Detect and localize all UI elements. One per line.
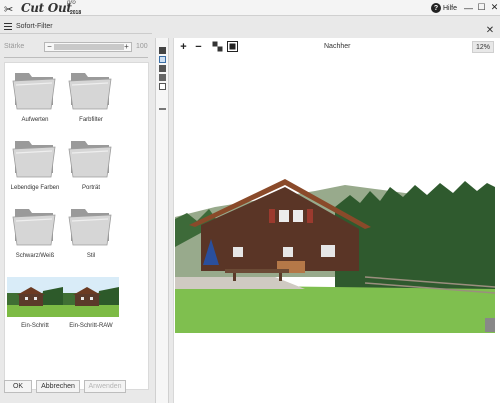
strength-slider[interactable]: − +: [44, 41, 132, 52]
panel-title: Sofort-Filter: [16, 23, 53, 30]
logo-name: Cut Out: [21, 1, 72, 15]
apply-button[interactable]: Anwenden: [84, 380, 126, 393]
scissors-icon: ✂: [4, 4, 14, 16]
zoom-out-button[interactable]: −: [193, 41, 204, 53]
folder-icon: [68, 141, 112, 178]
panel-close-button[interactable]: ✕: [484, 24, 496, 36]
strength-slider-fill: [54, 43, 124, 50]
filter-grid: Aufwerten Farbfilter Lebendige Farben Po…: [4, 62, 149, 390]
preview-toolbar: + − Nachher 12%: [174, 38, 500, 58]
zoom-level: 12%: [472, 41, 494, 53]
folder-icon: [68, 209, 112, 246]
dialog-buttons: OK Abbrechen Anwenden: [0, 380, 152, 403]
folder-icon: [12, 209, 56, 246]
folder-icon: [12, 73, 56, 110]
strength-value: 100: [136, 43, 148, 50]
strength-increase-button[interactable]: +: [122, 42, 131, 51]
folder-icon: [12, 141, 56, 178]
preview-thumbnail: [63, 277, 119, 317]
divider: [4, 57, 148, 58]
help-button[interactable]: ? Hilfe: [431, 2, 457, 14]
app-logo: ✂ Cut Out pro 2018: [4, 0, 94, 17]
filter-label: Schwarz/Weiß: [15, 253, 55, 259]
window-close-button[interactable]: ✕: [489, 2, 500, 13]
filter-schwarz-weiss[interactable]: Schwarz/Weiß: [7, 201, 63, 263]
filter-label: Ein-Schritt: [21, 323, 49, 329]
filter-label: Ein-Schritt-RAW: [69, 323, 113, 329]
strength-label: Stärke: [4, 43, 25, 50]
folder-icon: [68, 73, 112, 110]
zoom-in-button[interactable]: +: [178, 41, 189, 53]
filter-label: Porträt: [81, 185, 100, 191]
view-single-icon[interactable]: [159, 47, 166, 54]
view-title: Nachher: [324, 43, 351, 50]
tool-strip: [155, 38, 169, 403]
filter-label: Aufwerten: [21, 117, 49, 123]
filter-ein-schritt[interactable]: Ein-Schritt: [7, 277, 63, 337]
strength-decrease-button[interactable]: −: [45, 42, 54, 51]
actual-size-icon[interactable]: [212, 41, 223, 52]
minimize-button[interactable]: —: [463, 2, 474, 13]
maximize-button[interactable]: ☐: [476, 2, 487, 13]
scroll-corner: [485, 318, 495, 332]
cancel-button[interactable]: Abbrechen: [36, 380, 80, 393]
view-split-icon[interactable]: [159, 65, 166, 72]
preview-pane: + − Nachher 12%: [173, 38, 500, 403]
view-before-icon[interactable]: [159, 83, 166, 90]
menu-icon[interactable]: [4, 23, 12, 30]
preview-thumbnail: [7, 277, 63, 317]
filter-panel: Sofort-Filter Stärke − + 100 Aufwerten F…: [0, 20, 152, 403]
filter-portraet[interactable]: Porträt: [63, 133, 119, 195]
help-icon: ?: [431, 3, 441, 13]
view-side-by-side-icon[interactable]: [159, 74, 166, 81]
help-label: Hilfe: [443, 4, 458, 12]
filter-label: Farbfilter: [79, 117, 103, 123]
logo-pro: pro: [67, 0, 76, 6]
panel-header: Sofort-Filter: [0, 20, 152, 34]
logo-year: 2018: [70, 10, 82, 16]
filter-farbfilter[interactable]: Farbfilter: [63, 65, 119, 127]
filter-stil[interactable]: Stil: [63, 201, 119, 263]
filter-aufwerten[interactable]: Aufwerten: [7, 65, 63, 127]
filter-label: Stil: [86, 253, 96, 259]
ok-button[interactable]: OK: [4, 380, 32, 393]
filter-label: Lebendige Farben: [10, 185, 60, 191]
title-bar: ✂ Cut Out pro 2018 ? Hilfe — ☐ ✕: [0, 0, 500, 16]
tool-pen-icon[interactable]: [159, 106, 166, 110]
filter-lebendige-farben[interactable]: Lebendige Farben: [7, 133, 63, 195]
filter-ein-schritt-raw[interactable]: Ein-Schritt-RAW: [63, 277, 119, 337]
preview-image: [175, 177, 495, 333]
fit-to-window-icon[interactable]: [227, 41, 238, 52]
view-after-icon[interactable]: [159, 56, 166, 63]
strength-row: Stärke − + 100: [4, 41, 150, 52]
